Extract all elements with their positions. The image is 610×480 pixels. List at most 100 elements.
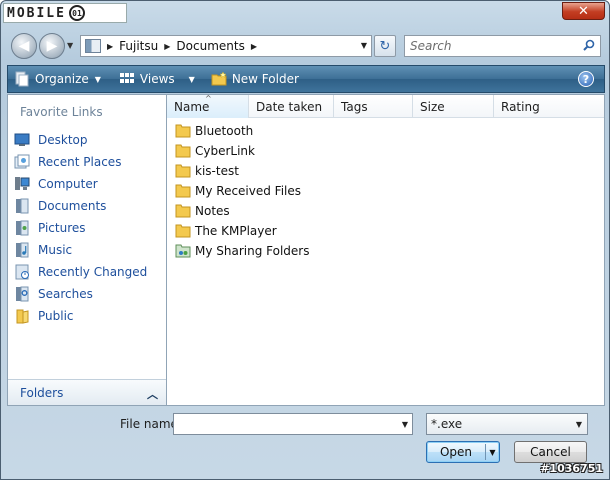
breadcrumb-separator-icon[interactable]: ▶ (251, 42, 257, 51)
pictures-icon (16, 220, 29, 236)
refresh-button[interactable]: ↻ (374, 35, 396, 57)
address-folder-icon (85, 39, 101, 53)
search-icon[interactable] (583, 39, 595, 51)
list-item[interactable]: CyberLink (175, 141, 310, 161)
file-name-dropdown-icon[interactable]: ▼ (402, 420, 408, 429)
new-folder-icon (211, 71, 227, 86)
recent-pages-dropdown-icon[interactable]: ▼ (67, 41, 73, 50)
watermark: #1036751 (540, 462, 603, 475)
sidebar-item-pictures[interactable]: Pictures (14, 217, 147, 239)
address-bar[interactable]: ▶ Fujitsu ▶ Documents ▶ ▼ (80, 35, 372, 57)
back-button[interactable]: ◀ (11, 33, 37, 59)
public-icon (16, 309, 29, 324)
list-item[interactable]: kis-test (175, 161, 310, 181)
close-button[interactable]: ✕ (562, 2, 605, 20)
help-icon: ? (582, 72, 590, 86)
views-icon (119, 73, 134, 83)
breadcrumb-separator-icon[interactable]: ▶ (164, 42, 170, 51)
file-name-combo[interactable]: ▼ (173, 413, 413, 435)
close-icon: ✕ (578, 3, 589, 19)
column-header-date-taken[interactable]: Date taken (249, 95, 334, 118)
address-dropdown-icon[interactable]: ▼ (361, 41, 367, 50)
brand-ring: 01 (68, 5, 85, 21)
forward-button[interactable]: ▶ (39, 33, 65, 59)
column-headers: Name ^ Date taken Tags Size Rating (167, 94, 604, 118)
list-item[interactable]: Bluetooth (175, 121, 310, 141)
cancel-button[interactable]: Cancel (514, 441, 587, 463)
list-item[interactable]: My Sharing Folders (175, 241, 310, 261)
recently-changed-icon (15, 264, 29, 280)
column-header-label: Size (420, 99, 445, 114)
list-item[interactable]: My Received Files (175, 181, 310, 201)
folder-icon (175, 124, 191, 138)
open-options-dropdown-icon[interactable]: ▼ (485, 444, 499, 460)
sidebar-item-label: Documents (38, 199, 107, 213)
organize-button[interactable]: Organize ▼ (8, 66, 107, 92)
list-item[interactable]: The KMPlayer (175, 221, 310, 241)
new-folder-button[interactable]: New Folder (205, 66, 305, 92)
file-name: CyberLink (195, 144, 255, 158)
sort-ascending-icon: ^ (205, 94, 212, 103)
folder-icon (175, 144, 191, 158)
file-name: kis-test (195, 164, 239, 178)
column-header-label: Rating (501, 99, 540, 114)
folders-toggle[interactable]: Folders ︿ (8, 379, 166, 405)
sidebar-item-label: Public (38, 309, 74, 323)
folder-icon (175, 164, 191, 178)
help-button[interactable]: ? (578, 71, 594, 87)
file-name: My Received Files (195, 184, 302, 198)
sidebar-item-public[interactable]: Public (14, 305, 147, 327)
sidebar-item-recently-changed[interactable]: Recently Changed (14, 261, 147, 283)
breadcrumb-documents[interactable]: Documents (176, 39, 244, 53)
file-name-input[interactable] (174, 414, 394, 434)
list-item[interactable]: Notes (175, 201, 310, 221)
search-input[interactable] (405, 36, 575, 56)
organize-dropdown-icon: ▼ (94, 74, 101, 84)
sidebar-item-computer[interactable]: Computer (14, 173, 147, 195)
folders-label: Folders (20, 385, 64, 400)
sidebar-item-label: Music (38, 243, 73, 257)
column-header-tags[interactable]: Tags (334, 95, 413, 118)
folder-icon (175, 204, 191, 218)
file-list: Bluetooth CyberLink kis-test My Received… (175, 121, 310, 261)
navigation-bar: ◀ ▶ ▼ ▶ Fujitsu ▶ Documents ▶ ▼ ↻ (1, 31, 609, 61)
title-bar: MOBILE 01 ✕ (1, 1, 609, 27)
column-header-label: Tags (341, 99, 368, 114)
search-box[interactable] (404, 35, 601, 57)
sidebar-item-recent-places[interactable]: Recent Places (14, 151, 147, 173)
documents-icon (16, 198, 29, 214)
brand-text: MOBILE (7, 5, 66, 21)
views-dropdown-icon: ▼ (188, 74, 195, 84)
open-button[interactable]: Open ▼ (426, 441, 500, 463)
sidebar-item-label: Recently Changed (38, 265, 148, 279)
column-header-size[interactable]: Size (413, 95, 494, 118)
file-name: The KMPlayer (195, 224, 277, 238)
command-toolbar: Organize ▼ Views ▼ New Folder ? (7, 65, 605, 93)
file-type-filter[interactable]: *.exe ▼ (426, 413, 588, 435)
forward-arrow-icon: ▶ (46, 38, 58, 54)
column-header-rating[interactable]: Rating (494, 95, 604, 118)
searches-icon (16, 286, 29, 302)
views-label: Views (139, 72, 175, 86)
sidebar-item-label: Searches (38, 287, 93, 301)
file-name: Bluetooth (195, 124, 254, 138)
column-header-name[interactable]: Name ^ (167, 94, 249, 118)
sidebar-item-desktop[interactable]: Desktop (14, 129, 147, 151)
computer-icon (15, 177, 30, 190)
back-arrow-icon: ◀ (18, 38, 30, 54)
breadcrumb-separator-icon[interactable]: ▶ (107, 42, 113, 51)
chevron-up-icon: ︿ (147, 388, 158, 401)
cancel-label: Cancel (530, 445, 571, 459)
sidebar-item-searches[interactable]: Searches (14, 283, 147, 305)
file-type-value: *.exe (431, 417, 463, 431)
views-button[interactable]: Views ▼ (113, 66, 201, 92)
breadcrumb-fujitsu[interactable]: Fujitsu (119, 39, 158, 53)
new-folder-label: New Folder (231, 72, 299, 86)
sidebar-item-documents[interactable]: Documents (14, 195, 147, 217)
sidebar-item-music[interactable]: Music (14, 239, 147, 261)
recent-places-icon (14, 154, 30, 169)
open-file-dialog: MOBILE 01 ✕ ◀ ▶ ▼ ▶ Fujitsu ▶ Documents … (0, 0, 610, 480)
sidebar-item-label: Recent Places (38, 155, 122, 169)
file-list-pane: Name ^ Date taken Tags Size Rating Bluet… (167, 94, 605, 406)
sidebar-item-label: Pictures (38, 221, 86, 235)
